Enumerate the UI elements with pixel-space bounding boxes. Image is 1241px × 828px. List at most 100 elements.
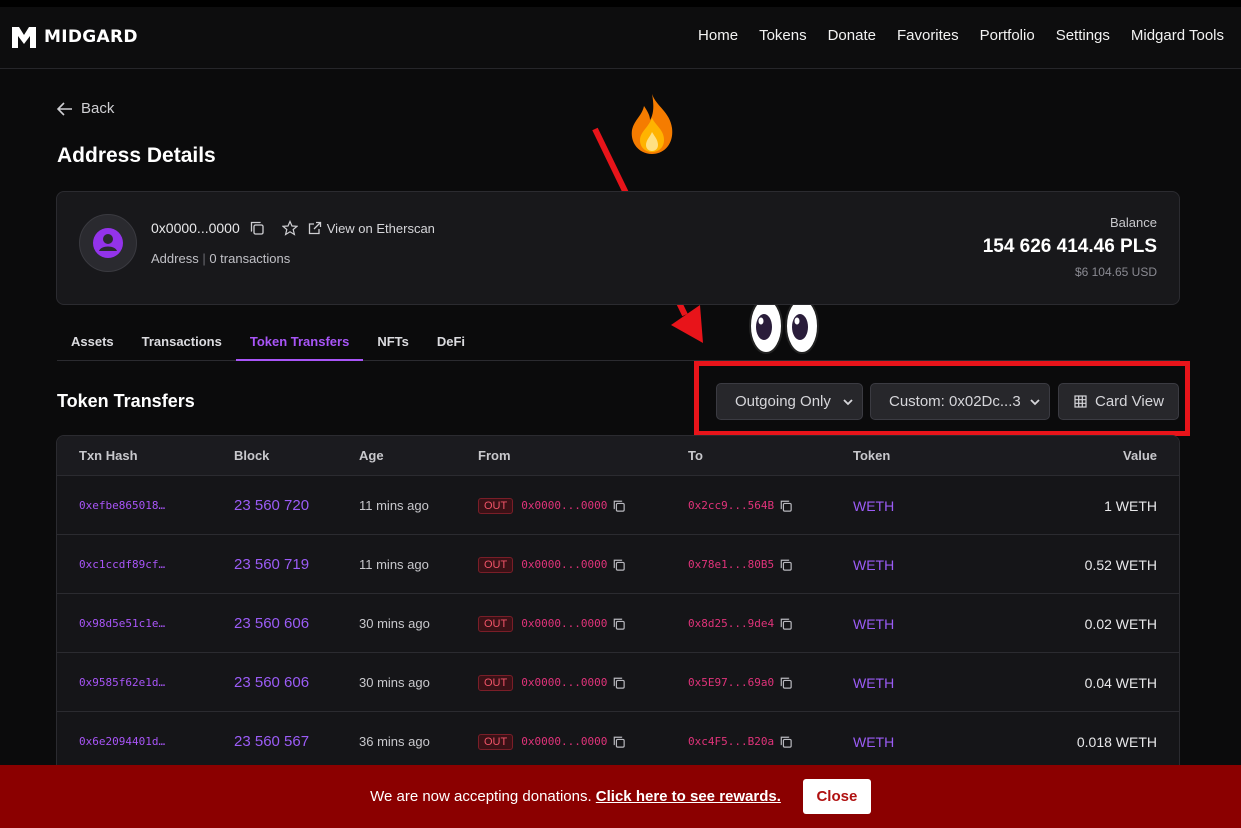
tab-assets[interactable]: Assets xyxy=(57,323,128,361)
table-row[interactable]: 0x9585f62e1d… 23 560 606 30 mins ago OUT 0x0… xyxy=(57,653,1179,712)
tab-token-transfers[interactable]: Token Transfers xyxy=(235,323,364,361)
from-cell: OUT 0x0000...0000 xyxy=(478,535,626,594)
to-address-link[interactable]: 0x78e1...80B5 xyxy=(688,558,774,571)
from-cell: OUT 0x0000...0000 xyxy=(478,476,626,535)
copy-icon[interactable] xyxy=(613,736,626,748)
view-on-etherscan-link[interactable]: View on Etherscan xyxy=(308,221,435,236)
balance-usd: $6 104.65 USD xyxy=(1074,265,1157,279)
copy-icon[interactable] xyxy=(780,618,792,630)
from-address-link[interactable]: 0x0000...0000 xyxy=(521,617,607,630)
nav-tokens[interactable]: Tokens xyxy=(759,27,807,44)
to-address-link[interactable]: 0x5E97...69a0 xyxy=(688,676,774,689)
to-cell: 0x5E97...69a0 xyxy=(688,653,792,712)
to-address-link[interactable]: 0x8d25...9de4 xyxy=(688,617,774,630)
from-address-link[interactable]: 0x0000...0000 xyxy=(521,499,607,512)
txn-hash-link[interactable]: 0x6e2094401d… xyxy=(79,712,165,771)
block-link[interactable]: 23 560 567 xyxy=(234,712,309,771)
address-type: Address xyxy=(151,251,199,266)
tab-nfts[interactable]: NFTs xyxy=(363,323,423,361)
token-link[interactable]: WETH xyxy=(853,653,894,712)
from-address-link[interactable]: 0x0000...0000 xyxy=(521,735,607,748)
block-link[interactable]: 23 560 606 xyxy=(234,653,309,712)
age-text: 11 mins ago xyxy=(359,557,429,572)
to-address-link[interactable]: 0xc4F5...B20a xyxy=(688,735,774,748)
section-title: Token Transfers xyxy=(57,391,195,411)
nav-favorites[interactable]: Favorites xyxy=(897,27,959,44)
token-link[interactable]: WETH xyxy=(853,594,894,653)
from-cell: OUT 0x0000...0000 xyxy=(478,594,626,653)
logo[interactable]: MIDGARD xyxy=(10,24,138,50)
arrow-left-icon xyxy=(57,101,72,116)
user-icon xyxy=(93,228,123,258)
from-address-link[interactable]: 0x0000...0000 xyxy=(521,676,607,689)
value-text: 0.018 WETH xyxy=(1076,733,1157,750)
tabs: Assets Transactions Token Transfers NFTs… xyxy=(57,323,1180,361)
avatar xyxy=(79,214,137,272)
th-block: Block xyxy=(234,448,270,463)
nav-portfolio[interactable]: Portfolio xyxy=(980,27,1035,44)
copy-icon[interactable] xyxy=(613,618,626,630)
value-text: 0.02 WETH xyxy=(1084,615,1157,632)
th-from: From xyxy=(478,448,511,463)
th-to: To xyxy=(688,448,703,463)
table-row[interactable]: 0xefbe865018… 23 560 720 11 mins ago OUT 0x0… xyxy=(57,476,1179,535)
age-text: 30 mins ago xyxy=(359,616,430,631)
txn-hash-link[interactable]: 0x9585f62e1d… xyxy=(79,653,165,712)
main-nav: Home Tokens Donate Favorites Portfolio S… xyxy=(698,27,1224,44)
rewards-link[interactable]: Click here to see rewards. xyxy=(596,788,781,805)
value-text: 0.04 WETH xyxy=(1084,674,1157,691)
midgard-logo-icon xyxy=(12,27,36,48)
donation-banner: We are now accepting donations. Click he… xyxy=(0,765,1241,828)
copy-icon[interactable] xyxy=(613,500,626,512)
token-link[interactable]: WETH xyxy=(853,712,894,771)
value-text: 1 WETH xyxy=(1104,497,1157,514)
balance-value: 154 626 414.46 PLS xyxy=(982,236,1157,257)
copy-icon[interactable] xyxy=(613,559,626,571)
block-link[interactable]: 23 560 719 xyxy=(234,535,309,594)
transfers-table: Txn Hash Block Age From To Token Value 0… xyxy=(56,435,1180,775)
copy-icon[interactable] xyxy=(780,677,792,689)
to-address-link[interactable]: 0x2cc9...564B xyxy=(688,499,774,512)
age-text: 30 mins ago xyxy=(359,675,430,690)
tab-transactions[interactable]: Transactions xyxy=(128,323,236,361)
from-cell: OUT 0x0000...0000 xyxy=(478,653,626,712)
age-text: 11 mins ago xyxy=(359,498,429,513)
copy-icon[interactable] xyxy=(780,500,792,512)
out-badge: OUT xyxy=(478,497,514,514)
table-row[interactable]: 0xc1ccdf89cf… 23 560 719 11 mins ago OUT 0x0… xyxy=(57,535,1179,594)
block-link[interactable]: 23 560 606 xyxy=(234,594,309,653)
txn-hash-link[interactable]: 0xefbe865018… xyxy=(79,476,165,535)
nav-donate[interactable]: Donate xyxy=(828,27,876,44)
value-text: 0.52 WETH xyxy=(1084,556,1157,573)
tx-count: 0 transactions xyxy=(209,251,291,266)
table-row[interactable]: 0x6e2094401d… 23 560 567 36 mins ago OUT 0x0… xyxy=(57,712,1179,771)
tab-defi[interactable]: DeFi xyxy=(423,323,479,361)
top-strip xyxy=(0,0,1241,7)
nav-home[interactable]: Home xyxy=(698,27,738,44)
nav-settings[interactable]: Settings xyxy=(1056,27,1110,44)
from-address-link[interactable]: 0x0000...0000 xyxy=(521,558,607,571)
table-row[interactable]: 0x98d5e51c1e… 23 560 606 30 mins ago OUT 0x0… xyxy=(57,594,1179,653)
copy-icon[interactable] xyxy=(613,677,626,689)
block-link[interactable]: 23 560 720 xyxy=(234,476,309,535)
highlight-box xyxy=(694,361,1190,436)
from-cell: OUT 0x0000...0000 xyxy=(478,712,626,771)
txn-hash-link[interactable]: 0x98d5e51c1e… xyxy=(79,594,165,653)
copy-icon[interactable] xyxy=(250,221,264,235)
back-link[interactable]: Back xyxy=(57,100,114,117)
copy-icon[interactable] xyxy=(780,559,792,571)
address-line: 0x0000...0000 View on Etherscan xyxy=(151,220,435,236)
th-token: Token xyxy=(853,448,891,463)
token-link[interactable]: WETH xyxy=(853,535,894,594)
to-cell: 0x2cc9...564B xyxy=(688,476,792,535)
copy-icon[interactable] xyxy=(780,736,792,748)
back-label: Back xyxy=(81,100,115,117)
close-button[interactable]: Close xyxy=(802,779,871,814)
to-cell: 0x78e1...80B5 xyxy=(688,535,792,594)
navbar: MIDGARD Home Tokens Donate Favorites Por… xyxy=(0,7,1241,69)
out-badge: OUT xyxy=(478,733,514,750)
star-icon[interactable] xyxy=(281,220,298,236)
txn-hash-link[interactable]: 0xc1ccdf89cf… xyxy=(79,535,165,594)
nav-midgard-tools[interactable]: Midgard Tools xyxy=(1131,27,1224,44)
token-link[interactable]: WETH xyxy=(853,476,894,535)
